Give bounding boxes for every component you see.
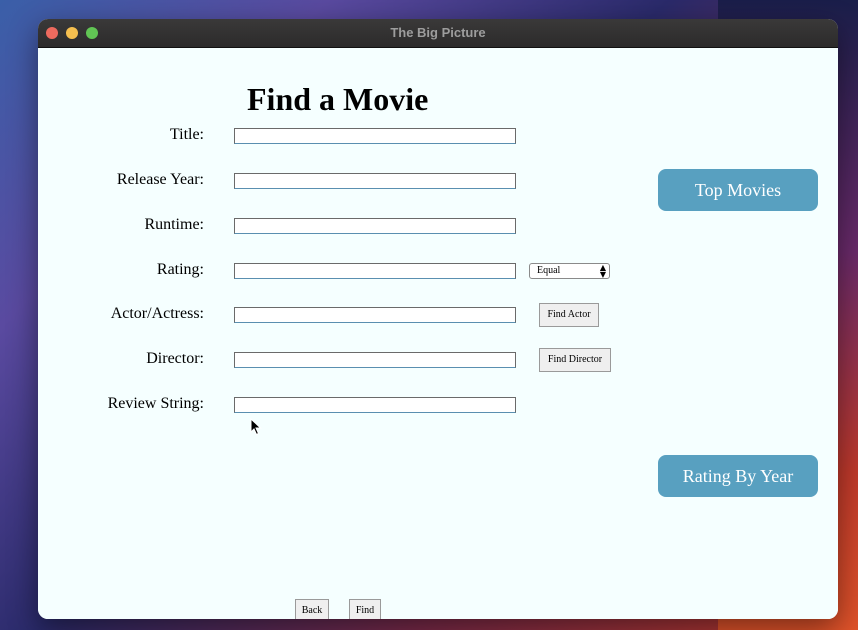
find-director-button[interactable]: Find Director <box>539 348 611 372</box>
actor-input[interactable] <box>234 307 516 323</box>
updown-arrows-icon: ▲ ▼ <box>599 263 606 279</box>
window-title: The Big Picture <box>390 25 486 40</box>
rating-label: Rating: <box>156 261 204 278</box>
rating-by-year-button[interactable]: Rating By Year <box>658 455 818 497</box>
top-movies-button[interactable]: Top Movies <box>658 169 818 211</box>
back-button[interactable]: Back <box>295 599 329 619</box>
window-titlebar: The Big Picture <box>38 19 838 48</box>
mouse-pointer-icon <box>250 418 262 436</box>
release-year-input[interactable] <box>234 173 516 189</box>
release-year-label: Release Year: <box>116 171 204 188</box>
review-string-label: Review String: <box>107 395 204 412</box>
rating-comparator-select[interactable]: Equal ▲ ▼ <box>529 263 610 279</box>
find-button[interactable]: Find <box>349 599 381 619</box>
title-input[interactable] <box>234 128 516 144</box>
runtime-label: Runtime: <box>144 216 204 233</box>
director-input[interactable] <box>234 352 516 368</box>
find-actor-button[interactable]: Find Actor <box>539 303 599 327</box>
app-window: The Big Picture Find a Movie Title: Rele… <box>38 19 838 619</box>
title-label: Title: <box>169 126 204 143</box>
main-content: Find a Movie Title: Release Year: Runtim… <box>38 48 838 619</box>
rating-input[interactable] <box>234 263 516 279</box>
actor-label: Actor/Actress: <box>110 305 204 322</box>
director-label: Director: <box>146 350 204 367</box>
rating-comparator-value: Equal <box>537 265 561 276</box>
page-title: Find a Movie <box>247 81 429 117</box>
runtime-input[interactable] <box>234 218 516 234</box>
review-string-input[interactable] <box>234 397 516 413</box>
